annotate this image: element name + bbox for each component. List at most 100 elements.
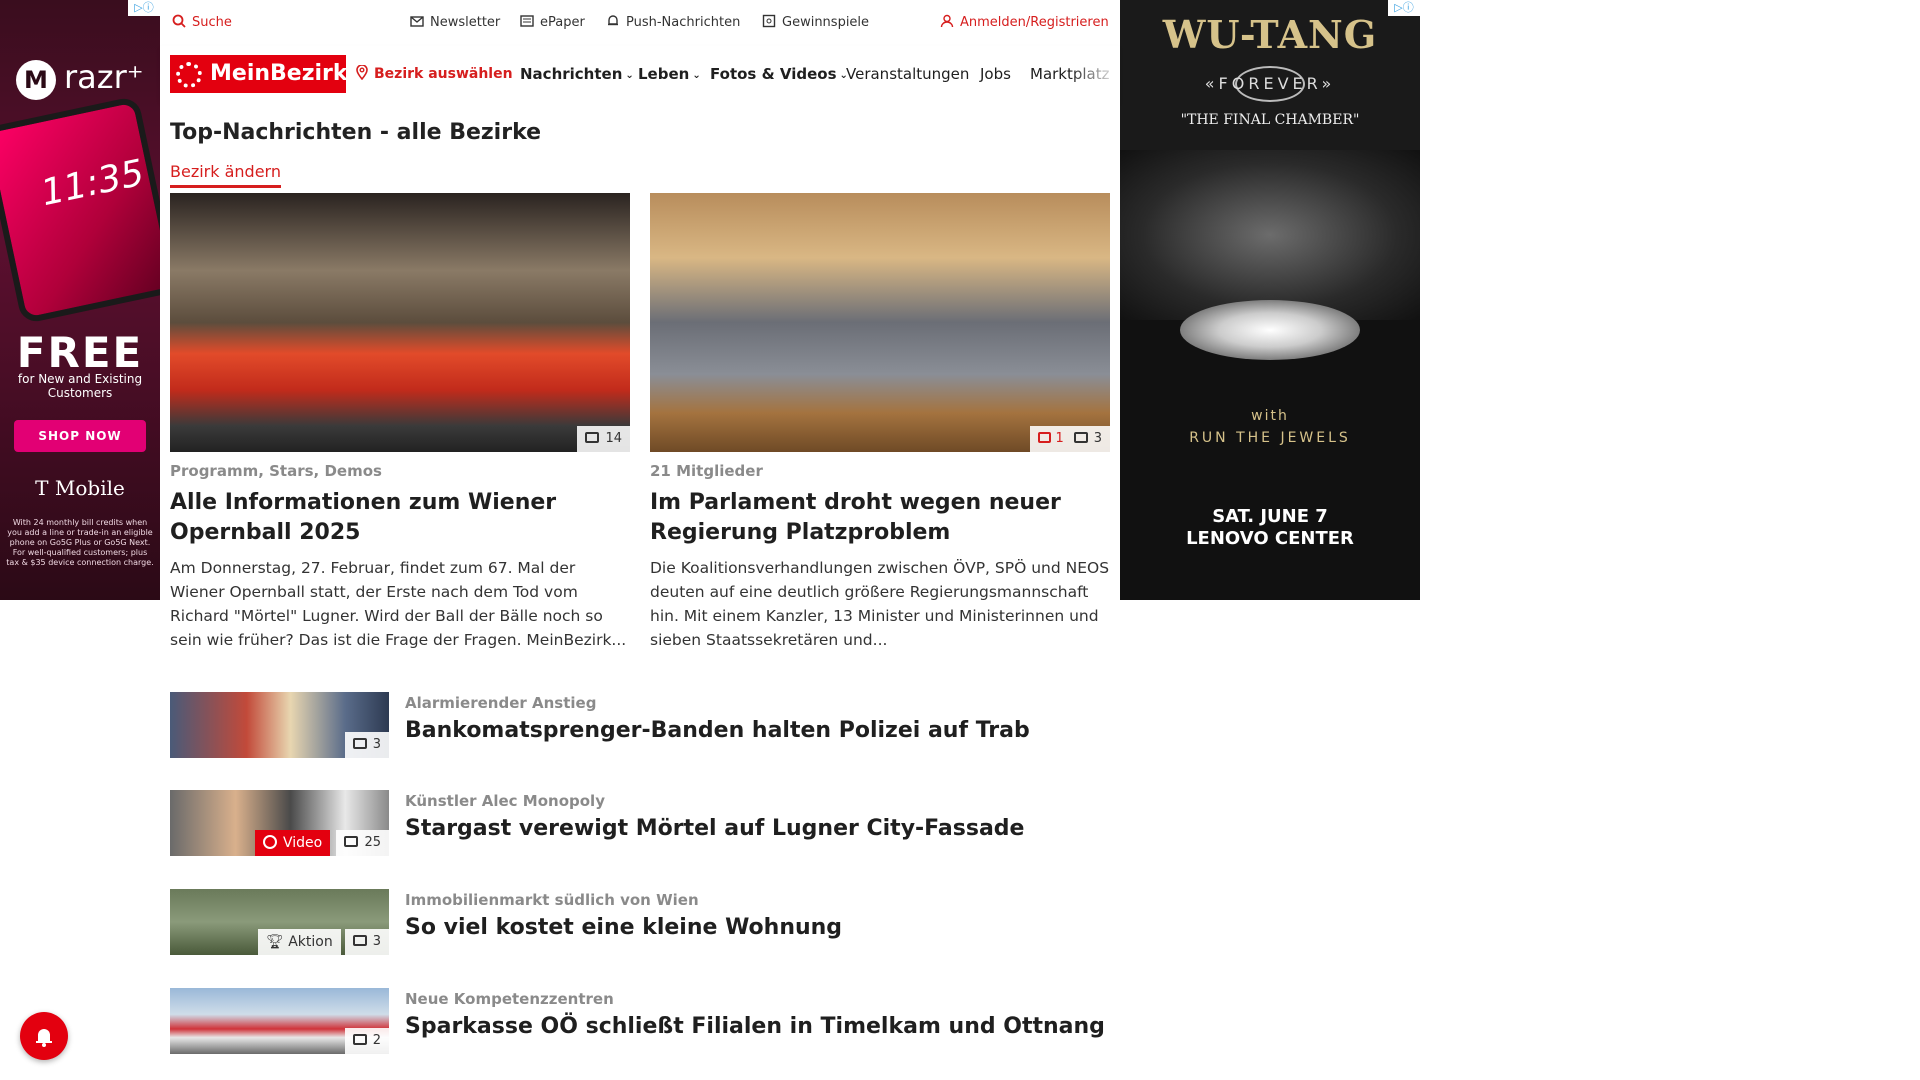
nav-item-nachrichten[interactable]: Nachrichten ⌄ xyxy=(520,65,634,83)
phone-time: 11:35 xyxy=(37,152,148,215)
change-district-link[interactable]: Bezirk ändern xyxy=(170,162,281,188)
article-headline[interactable]: Bankomatsprenger-Banden halten Polizei a… xyxy=(405,718,1030,743)
video-badge: Video xyxy=(255,830,331,856)
photo-count-badge: 3 xyxy=(344,929,389,955)
motorola-logo-icon: M xyxy=(16,60,56,100)
push-notifications-link[interactable]: Push-Nachrichten xyxy=(606,14,740,32)
article-image[interactable]: 13 xyxy=(650,193,1110,452)
article-teaser: Die Koalitionsverhandlungen zwischen ÖVP… xyxy=(650,559,1110,649)
page-title: Top-Nachrichten - alle Bezirke xyxy=(170,120,542,145)
article-kicker: Immobilienmarkt südlich von Wien xyxy=(405,891,699,909)
photo-count: 25 xyxy=(364,835,381,850)
photo-count: 3 xyxy=(372,737,381,752)
newspaper-icon xyxy=(520,15,534,27)
carrier-logo: T Mobile xyxy=(35,476,125,500)
article-kicker: 21 Mitglieder xyxy=(650,462,763,480)
camera-icon xyxy=(352,1034,367,1045)
ad-choices-icon[interactable]: ▷ⓘ xyxy=(128,0,160,16)
article-headline[interactable]: Alle Informationen zum Wiener Opernball … xyxy=(170,488,630,548)
article-thumbnail[interactable]: 2 xyxy=(170,988,389,1054)
mail-icon xyxy=(410,16,424,27)
phone-image: 11:35 xyxy=(0,95,160,325)
ad-date: SAT. JUNE 7 LENOVO CENTER xyxy=(1120,506,1420,550)
article-kicker: Künstler Alec Monopoly xyxy=(405,792,605,810)
epaper-link[interactable]: ePaper xyxy=(520,14,585,32)
newsletter-label: Newsletter xyxy=(430,15,501,30)
camera-icon xyxy=(1073,432,1088,443)
article-headline[interactable]: Stargast verewigt Mörtel auf Lugner City… xyxy=(405,816,1024,841)
article-kicker: Alarmierender Anstieg xyxy=(405,694,597,712)
article-headline[interactable]: Im Parlament droht wegen neuer Regierung… xyxy=(650,488,1110,548)
photo-count: 2 xyxy=(372,1033,381,1048)
nav-item-leben[interactable]: Leben ⌄ xyxy=(638,65,701,83)
gift-icon xyxy=(762,14,776,28)
newsletter-link[interactable]: Newsletter xyxy=(410,14,500,32)
chevron-down-icon: ⌄ xyxy=(692,70,701,81)
push-label: Push-Nachrichten xyxy=(626,15,741,30)
play-icon xyxy=(263,835,277,849)
main-navigation: MeinBezirk Bezirk auswählen Nachrichten ⌄… xyxy=(160,46,1120,102)
shop-now-button[interactable]: SHOP NOW xyxy=(14,420,146,452)
list-item[interactable]: 3 Alarmierender Anstieg Bankomatsprenger… xyxy=(170,692,1110,758)
nav-overflow-fade xyxy=(1070,46,1120,102)
camera-icon xyxy=(585,432,600,443)
photo-count-badge: 25 xyxy=(336,830,389,856)
article-card[interactable]: 13 21 Mitglieder Im Parlament droht wege… xyxy=(650,193,1110,652)
nav-label: Fotos & Videos xyxy=(710,65,837,83)
ad-subline: for New and Existing Customers xyxy=(17,372,143,400)
ad-fine-print: With 24 monthly bill credits when you ad… xyxy=(6,518,154,567)
right-ad-banner[interactable]: WU-TANG «FOREVER» "THE FINAL CHAMBER" wi… xyxy=(1120,0,1420,600)
list-item[interactable]: 2 Neue Kompetenzzentren Sparkasse OÖ sch… xyxy=(170,988,1110,1054)
photo-count-badge: 14 xyxy=(577,426,630,452)
ad-venue: LENOVO CENTER xyxy=(1186,528,1354,549)
location-pin-icon xyxy=(356,64,368,81)
search-icon xyxy=(172,14,186,28)
camera-icon xyxy=(352,738,367,749)
article-headline[interactable]: So viel kostet eine kleine Wohnung xyxy=(405,915,842,940)
list-item[interactable]: Video 25 Künstler Alec Monopoly Stargast… xyxy=(170,790,1110,856)
article-thumbnail[interactable]: 🏆︎ Aktion 3 xyxy=(170,889,389,955)
nav-item-fotos-videos[interactable]: Fotos & Videos ⌄ xyxy=(710,65,848,83)
aktion-badge: 🏆︎ Aktion xyxy=(258,929,341,955)
camera-icon xyxy=(352,935,367,946)
article-card[interactable]: 14 Programm, Stars, Demos Alle Informati… xyxy=(170,193,630,652)
bell-icon xyxy=(608,15,618,26)
ad-with: with xyxy=(1251,408,1289,424)
photo-count: 14 xyxy=(605,431,622,446)
article-kicker: Programm, Stars, Demos xyxy=(170,462,382,480)
camera-icon xyxy=(344,836,359,847)
logo-flower-icon xyxy=(176,62,202,88)
article-kicker: Neue Kompetenzzentren xyxy=(405,990,614,1008)
search-link[interactable]: Suche xyxy=(172,14,232,32)
trophy-icon: 🏆︎ xyxy=(266,934,289,950)
login-label: Anmelden/Registrieren xyxy=(960,15,1109,30)
logo-text: MeinBezirk xyxy=(210,61,348,86)
list-item[interactable]: 🏆︎ Aktion 3 Immobilienmarkt südlich von … xyxy=(170,889,1110,955)
ad-choices-icon[interactable]: ▷ⓘ xyxy=(1388,0,1420,16)
ad-title: WU-TANG xyxy=(1162,12,1378,57)
contests-link[interactable]: Gewinnspiele xyxy=(762,14,869,32)
search-label: Suche xyxy=(192,15,232,30)
ad-headline: FREE xyxy=(16,328,144,377)
bell-icon xyxy=(36,1029,52,1047)
article-headline[interactable]: Sparkasse OÖ schließt Filialen in Timelk… xyxy=(405,1014,1105,1039)
article-thumbnail[interactable]: 3 xyxy=(170,692,389,758)
left-ad-banner[interactable]: M razr⁺ 11:35 FREE for New and Existing … xyxy=(0,0,160,600)
article-teaser: Am Donnerstag, 27. Februar, findet zum 6… xyxy=(170,559,627,649)
nav-label: Leben xyxy=(638,65,690,83)
article-image[interactable]: 14 xyxy=(170,193,630,452)
photo-count: 3 xyxy=(372,934,381,949)
comment-icon xyxy=(1038,432,1052,443)
nav-item-veranstaltungen[interactable]: Veranstaltungen xyxy=(846,65,969,83)
meinbezirk-logo[interactable]: MeinBezirk xyxy=(170,55,348,93)
world-map-image xyxy=(1120,150,1420,320)
contests-label: Gewinnspiele xyxy=(782,15,870,30)
nav-item-jobs[interactable]: Jobs xyxy=(980,65,1011,83)
notification-bell-button[interactable] xyxy=(20,1012,68,1060)
login-link[interactable]: Anmelden/Registrieren xyxy=(940,14,1109,32)
article-thumbnail[interactable]: Video 25 xyxy=(170,790,389,856)
utility-bar: Suche Newsletter ePaper Push-Nachrichten… xyxy=(160,0,1120,46)
chevron-down-icon: ⌄ xyxy=(625,70,634,81)
ad-date-line: SAT. JUNE 7 xyxy=(1212,506,1328,527)
select-district-button[interactable]: Bezirk auswählen xyxy=(356,64,513,82)
